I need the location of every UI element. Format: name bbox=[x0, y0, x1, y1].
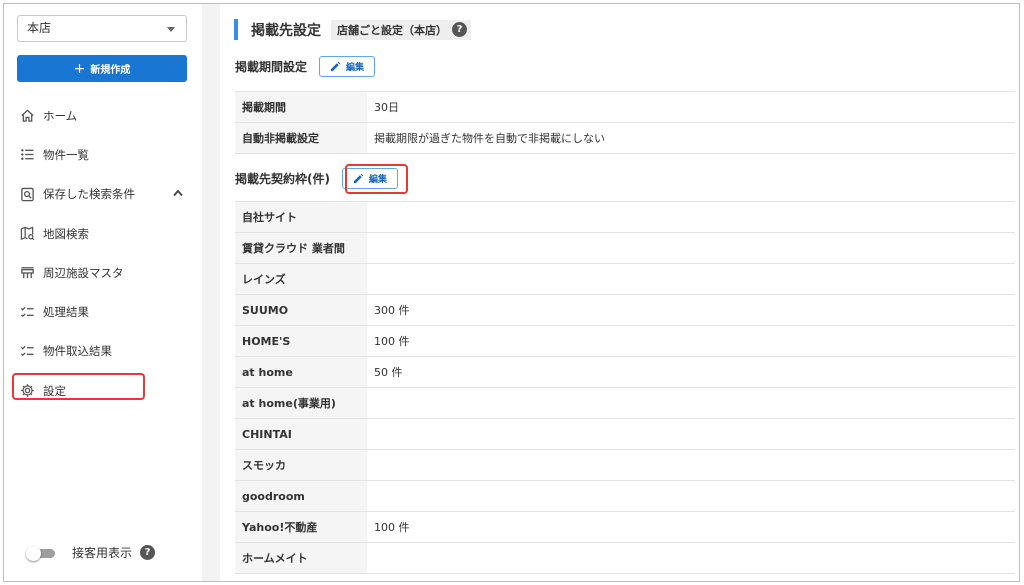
chevron-up-icon[interactable] bbox=[173, 189, 183, 197]
home-icon bbox=[19, 108, 35, 124]
pencil-icon bbox=[330, 61, 341, 72]
table-row: CHINTAI bbox=[235, 418, 1015, 450]
row-key: 賃貸クラウド 業者間 bbox=[235, 232, 367, 264]
sidebar-item-saved-searches[interactable]: 保存した検索条件 bbox=[4, 175, 202, 214]
sidebar-divider bbox=[202, 4, 220, 581]
quota-table: 自社サイト 賃貸クラウド 業者間 レインズ SUUMO 300 件 HOME'S 1… bbox=[235, 201, 1015, 574]
guest-display-label: 接客用表示 bbox=[72, 546, 133, 560]
table-row: HOME'S 100 件 bbox=[235, 325, 1015, 357]
help-icon[interactable]: ? bbox=[452, 22, 467, 37]
period-section-title: 掲載期間設定 bbox=[235, 60, 308, 74]
period-section-header: 掲載期間設定 編集 bbox=[235, 56, 376, 77]
store-select-value: 本店 bbox=[27, 21, 52, 35]
row-value: 30日 bbox=[367, 91, 1015, 123]
guest-display-toggle[interactable] bbox=[26, 545, 56, 561]
row-value: 掲載期限が過ぎた物件を自動で非掲載にしない bbox=[367, 122, 1015, 154]
new-create-label: 新規作成 bbox=[90, 65, 131, 76]
row-key: CHINTAI bbox=[235, 418, 367, 450]
sidebar-item-property-list[interactable]: 物件一覧 bbox=[4, 135, 202, 174]
row-value: 100 件 bbox=[367, 511, 1015, 543]
row-value bbox=[367, 263, 1015, 295]
row-key: ホームメイト bbox=[235, 542, 367, 574]
table-row: スモッカ bbox=[235, 449, 1015, 481]
map-icon bbox=[19, 226, 35, 242]
row-value bbox=[367, 201, 1015, 233]
app-window: 本店 + 新規作成 ホーム 物件一覧 保存した検索条件 地図検索 周辺施設マスタ… bbox=[3, 3, 1020, 582]
row-key: HOME'S bbox=[235, 325, 367, 357]
table-row: goodroom bbox=[235, 480, 1015, 512]
row-value bbox=[367, 542, 1015, 574]
quota-section-title: 掲載先契約枠(件) bbox=[235, 172, 330, 186]
row-value bbox=[367, 232, 1015, 264]
row-key: 自動非掲載設定 bbox=[235, 122, 367, 154]
title-accent-bar bbox=[234, 19, 238, 40]
edit-label: 編集 bbox=[346, 63, 365, 73]
period-edit-button[interactable]: 編集 bbox=[319, 56, 376, 77]
sidebar-item-import-results[interactable]: 物件取込結果 bbox=[4, 332, 202, 371]
row-value: 50 件 bbox=[367, 356, 1015, 388]
row-key: スモッカ bbox=[235, 449, 367, 481]
table-row: レインズ bbox=[235, 263, 1015, 295]
period-table: 掲載期間 30日 自動非掲載設定 掲載期限が過ぎた物件を自動で非掲載にしない bbox=[235, 91, 1015, 154]
table-row: at home 50 件 bbox=[235, 356, 1015, 388]
saved-search-icon bbox=[19, 186, 35, 202]
new-create-button[interactable]: + 新規作成 bbox=[17, 55, 187, 82]
table-row: SUUMO 300 件 bbox=[235, 294, 1015, 326]
sidebar-item-label: ホーム bbox=[43, 108, 78, 123]
settings-highlight-box bbox=[12, 373, 145, 400]
plus-icon: + bbox=[73, 60, 86, 77]
main-content: 掲載先設定 店舗ごと設定（本店） ? 掲載期間設定 編集 掲載期間 30日 自動… bbox=[220, 4, 1019, 581]
sidebar-item-label: 処理結果 bbox=[43, 305, 89, 320]
sidebar-item-map-search[interactable]: 地図検索 bbox=[4, 214, 202, 253]
store-scope-label: 店舗ごと設定（本店） bbox=[337, 23, 447, 37]
sidebar-item-nearby-facilities[interactable]: 周辺施設マスタ bbox=[4, 253, 202, 292]
sidebar-item-label: 地図検索 bbox=[43, 226, 89, 241]
sidebar-item-label: 周辺施設マスタ bbox=[43, 265, 124, 280]
sidebar-item-label: 物件一覧 bbox=[43, 147, 89, 162]
row-key: 掲載期間 bbox=[235, 91, 367, 123]
sidebar-item-label: 保存した検索条件 bbox=[43, 187, 135, 202]
row-value: 300 件 bbox=[367, 294, 1015, 326]
row-key: レインズ bbox=[235, 263, 367, 295]
table-row: Yahoo!不動産 100 件 bbox=[235, 511, 1015, 543]
table-row: 掲載期間 30日 bbox=[235, 91, 1015, 123]
page-header: 掲載先設定 店舗ごと設定（本店） ? bbox=[234, 19, 471, 40]
edit-highlight-box bbox=[345, 164, 408, 194]
row-key: Yahoo!不動産 bbox=[235, 511, 367, 543]
row-value bbox=[367, 418, 1015, 450]
table-row: ホームメイト bbox=[235, 542, 1015, 574]
sidebar-nav: ホーム 物件一覧 保存した検索条件 地図検索 周辺施設マスタ 処理結果 物件取込… bbox=[4, 96, 202, 410]
store-select[interactable]: 本店 bbox=[17, 15, 187, 42]
table-row: 賃貸クラウド 業者間 bbox=[235, 232, 1015, 264]
row-value bbox=[367, 449, 1015, 481]
help-icon[interactable]: ? bbox=[140, 545, 156, 560]
row-value bbox=[367, 387, 1015, 419]
row-key: at home bbox=[235, 356, 367, 388]
checklist-icon bbox=[19, 304, 35, 320]
row-value: 100 件 bbox=[367, 325, 1015, 357]
row-value bbox=[367, 480, 1015, 512]
sidebar-item-label: 物件取込結果 bbox=[43, 344, 112, 359]
table-row: 自動非掲載設定 掲載期限が過ぎた物件を自動で非掲載にしない bbox=[235, 122, 1015, 154]
row-key: goodroom bbox=[235, 480, 367, 512]
row-key: at home(事業用) bbox=[235, 387, 367, 419]
page-title: 掲載先設定 bbox=[251, 22, 321, 39]
guest-display-toggle-row: 接客用表示 ? bbox=[26, 544, 156, 561]
row-key: SUUMO bbox=[235, 294, 367, 326]
table-row: at home(事業用) bbox=[235, 387, 1015, 419]
row-key: 自社サイト bbox=[235, 201, 367, 233]
caret-down-icon bbox=[167, 27, 175, 32]
facility-icon bbox=[19, 265, 35, 281]
list-icon bbox=[19, 147, 35, 163]
sidebar-item-home[interactable]: ホーム bbox=[4, 96, 202, 135]
store-scope-chip: 店舗ごと設定（本店） ? bbox=[331, 19, 471, 40]
sidebar-item-processing-results[interactable]: 処理結果 bbox=[4, 292, 202, 331]
checklist-icon bbox=[19, 343, 35, 359]
table-row: 自社サイト bbox=[235, 201, 1015, 233]
sidebar: 本店 + 新規作成 ホーム 物件一覧 保存した検索条件 地図検索 周辺施設マスタ… bbox=[4, 4, 202, 581]
